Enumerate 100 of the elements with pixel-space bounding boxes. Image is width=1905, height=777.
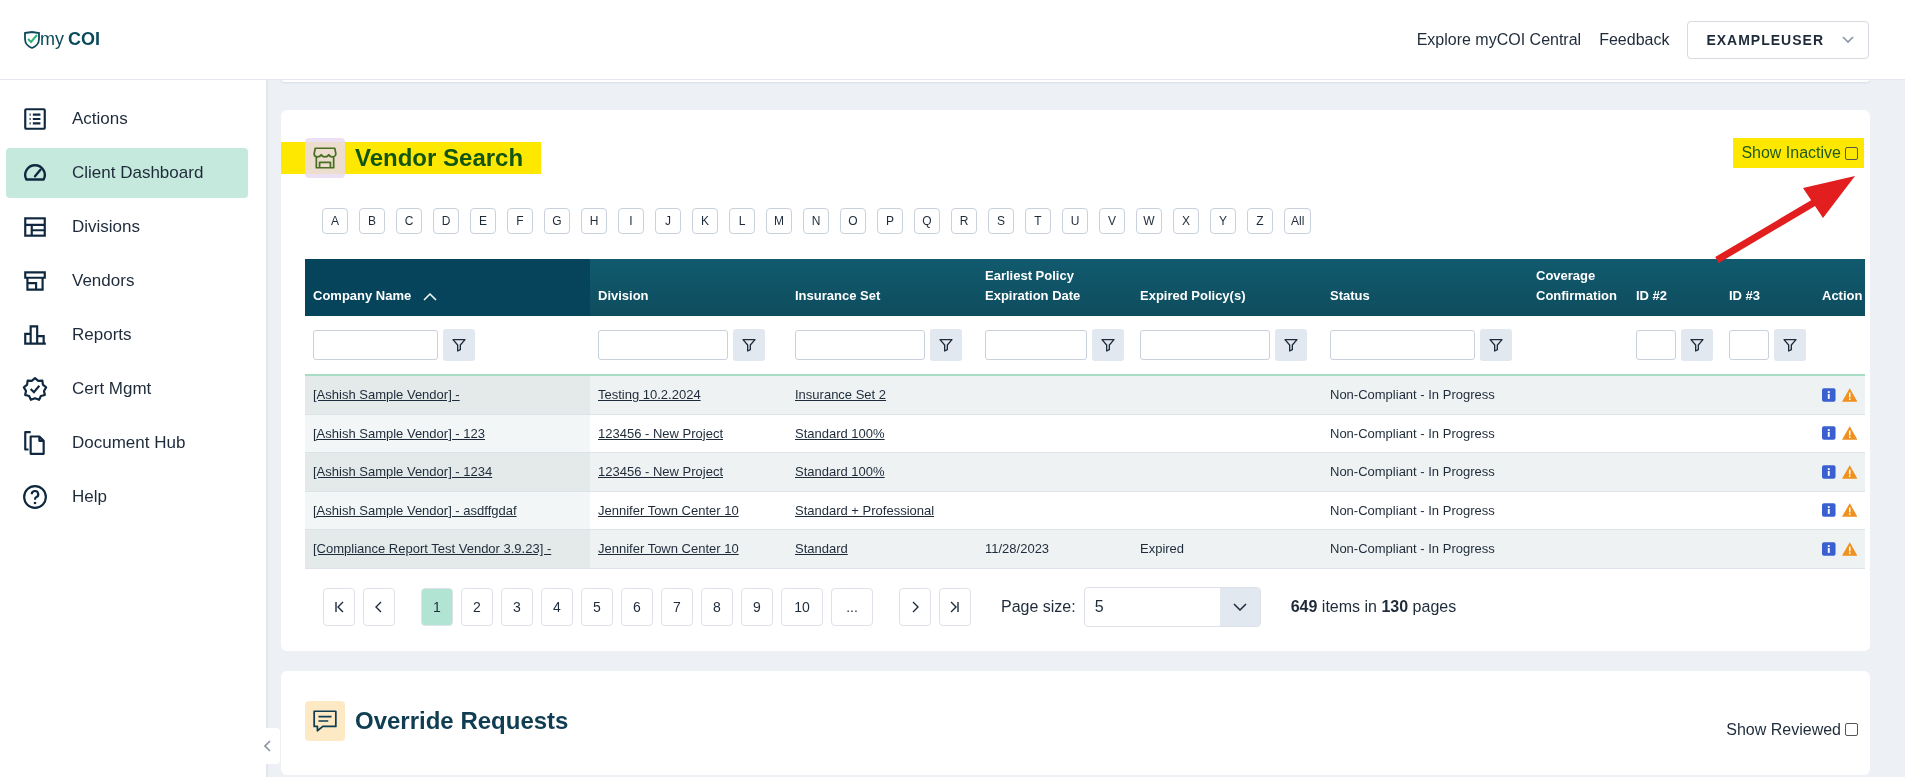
table-link[interactable]: Insurance Set 2 [795, 387, 887, 403]
letter-filter-button[interactable]: X [1173, 208, 1199, 234]
user-menu-button[interactable]: EXAMPLEUSER [1687, 20, 1869, 59]
warning-icon[interactable] [1841, 426, 1857, 441]
filter-input[interactable] [1729, 330, 1769, 360]
letter-filter-button[interactable]: W [1136, 208, 1162, 234]
letter-filter-button[interactable]: Q [914, 208, 940, 234]
filter-input[interactable] [1330, 330, 1475, 360]
filter-input[interactable] [795, 330, 925, 360]
table-link[interactable]: Standard 100% [795, 464, 885, 480]
letter-filter-button[interactable]: M [766, 208, 792, 234]
letter-filter-button[interactable]: V [1099, 208, 1125, 234]
filter-button[interactable] [1092, 329, 1124, 361]
info-icon[interactable] [1822, 426, 1836, 441]
letter-filter-button[interactable]: T [1025, 208, 1051, 234]
warning-icon[interactable] [1841, 541, 1857, 556]
table-link[interactable]: 123456 - New Project [598, 425, 723, 441]
filter-input[interactable] [313, 330, 438, 360]
nav-item[interactable]: Help [6, 472, 248, 522]
letter-filter-button[interactable]: F [507, 208, 533, 234]
page-button[interactable]: 3 [501, 587, 533, 626]
nav-item[interactable]: Reports [6, 310, 248, 360]
nav-item[interactable]: Client Dashboard [6, 148, 248, 198]
warning-icon[interactable] [1841, 387, 1857, 402]
letter-filter-button[interactable]: R [951, 208, 977, 234]
column-header[interactable]: Coverage Confirmation [1528, 259, 1628, 316]
letter-filter-button[interactable]: B [359, 208, 385, 234]
page-button[interactable]: 8 [701, 587, 733, 626]
nav-item[interactable]: Document Hub [6, 418, 248, 468]
column-header[interactable]: Expired Policy(s) [1132, 259, 1322, 316]
column-header[interactable]: Insurance Set [787, 259, 977, 316]
page-button[interactable]: 9 [741, 587, 773, 626]
filter-input[interactable] [598, 330, 728, 360]
filter-button[interactable] [1774, 329, 1806, 361]
filter-button[interactable] [930, 329, 962, 361]
nav-item[interactable]: Vendors [6, 256, 248, 306]
letter-filter-button[interactable]: C [396, 208, 422, 234]
filter-input[interactable] [985, 330, 1087, 360]
column-header[interactable]: ID #2 [1628, 259, 1721, 316]
header-link[interactable]: Feedback [1599, 30, 1670, 49]
letter-filter-button[interactable]: O [840, 208, 866, 234]
warning-icon[interactable] [1841, 464, 1857, 479]
page-button[interactable]: 1 [421, 587, 453, 626]
previous-page-button[interactable] [363, 587, 395, 626]
page-button[interactable]: 6 [621, 587, 653, 626]
letter-filter-button[interactable]: H [581, 208, 607, 234]
page-button[interactable]: 7 [661, 587, 693, 626]
page-size-select[interactable]: 5 [1083, 586, 1261, 627]
page-button[interactable]: 5 [581, 587, 613, 626]
next-page-button[interactable] [899, 587, 931, 626]
letter-filter-button[interactable]: D [433, 208, 459, 234]
filter-button[interactable] [1480, 329, 1512, 361]
warning-icon[interactable] [1841, 503, 1857, 518]
letter-filter-button[interactable]: I [618, 208, 644, 234]
column-header[interactable]: ID #3 [1721, 259, 1814, 316]
letter-filter-button[interactable]: P [877, 208, 903, 234]
column-header[interactable]: Company Name [305, 259, 590, 316]
column-header[interactable]: Earliest Policy Expiration Date [977, 259, 1132, 316]
info-icon[interactable] [1822, 503, 1836, 518]
table-link[interactable]: Standard + Professional [795, 502, 935, 518]
table-link[interactable]: Jennifer Town Center 10 [598, 502, 739, 518]
table-link[interactable]: Standard [795, 541, 848, 557]
page-button[interactable]: 2 [461, 587, 493, 626]
info-icon[interactable] [1822, 541, 1836, 556]
first-page-button[interactable] [323, 587, 355, 626]
letter-filter-button[interactable]: Y [1210, 208, 1236, 234]
column-header[interactable]: Action [1814, 259, 1865, 316]
last-page-button[interactable] [939, 587, 971, 626]
letter-filter-button[interactable]: K [692, 208, 718, 234]
page-button[interactable]: ... [831, 587, 873, 626]
nav-item[interactable]: Actions [6, 94, 248, 144]
table-link[interactable]: Standard 100% [795, 425, 885, 441]
filter-button[interactable] [443, 329, 475, 361]
header-link[interactable]: Explore myCOI Central [1416, 30, 1582, 49]
letter-filter-button[interactable]: L [729, 208, 755, 234]
letter-filter-button[interactable]: J [655, 208, 681, 234]
column-header[interactable]: Status [1322, 259, 1528, 316]
checkbox[interactable] [1845, 723, 1858, 736]
info-icon[interactable] [1822, 464, 1836, 479]
filter-button[interactable] [1275, 329, 1307, 361]
letter-filter-button[interactable]: N [803, 208, 829, 234]
nav-item[interactable]: Cert Mgmt [6, 364, 248, 414]
filter-input[interactable] [1140, 330, 1270, 360]
letter-filter-button[interactable]: S [988, 208, 1014, 234]
filter-button[interactable] [733, 329, 765, 361]
letter-filter-button[interactable]: A [322, 208, 348, 234]
filter-input[interactable] [1636, 330, 1676, 360]
letter-filter-button[interactable]: E [470, 208, 496, 234]
nav-item[interactable]: Divisions [6, 202, 248, 252]
letter-filter-button[interactable]: G [544, 208, 570, 234]
letter-filter-button[interactable]: U [1062, 208, 1088, 234]
brand-logo: myCOI [40, 29, 100, 50]
info-icon[interactable] [1822, 387, 1836, 402]
filter-button[interactable] [1681, 329, 1713, 361]
checkbox[interactable] [1845, 146, 1858, 160]
page-button[interactable]: 4 [541, 587, 573, 626]
letter-filter-button[interactable]: Z [1247, 208, 1273, 234]
letter-filter-button[interactable]: All [1284, 208, 1312, 234]
page-button[interactable]: 10 [781, 587, 823, 626]
column-header[interactable]: Division [590, 259, 787, 316]
